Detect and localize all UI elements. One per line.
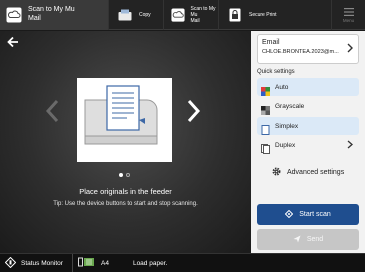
email-title: Email bbox=[262, 39, 280, 46]
start-scan-button[interactable]: Start scan bbox=[257, 204, 359, 225]
scan-app: Scan to My Mu Mail Copy Scan to My Mu Ma… bbox=[0, 0, 365, 272]
chevron-right-icon bbox=[347, 140, 353, 151]
tab-scan-to-my-mail-active[interactable]: Scan to My Mu Mail bbox=[0, 0, 108, 30]
tab-label-line1: Scan to My Mu bbox=[190, 6, 216, 18]
option-label: Simplex bbox=[275, 122, 299, 130]
cloud-scan-icon bbox=[4, 6, 24, 24]
cloud-scan-icon bbox=[170, 6, 186, 24]
function-bar: Scan to My Mu Mail Copy Scan to My Mu Ma… bbox=[0, 0, 365, 30]
copy-icon bbox=[115, 6, 135, 24]
instruction-area: Place originals in the feeder Tip: Use t… bbox=[0, 31, 251, 253]
tab-scan-to-my-mail[interactable]: Scan to My Mu Mail bbox=[163, 0, 218, 30]
email-destination-button[interactable]: Email CHLOE.BRONTEA.2023@m... bbox=[257, 34, 359, 64]
page-dot bbox=[126, 173, 130, 177]
status-monitor-icon bbox=[4, 256, 17, 270]
option-simplex[interactable]: Simplex bbox=[257, 117, 359, 135]
gear-icon bbox=[272, 163, 281, 181]
email-address: CHLOE.BRONTEA.2023@m... bbox=[262, 49, 339, 55]
menu-button[interactable]: Menu bbox=[331, 0, 365, 30]
status-monitor-label: Status Monitor bbox=[21, 259, 63, 267]
menu-label: Menu bbox=[342, 17, 355, 23]
start-scan-label: Start scan bbox=[299, 211, 331, 218]
status-message: Load paper. bbox=[132, 259, 168, 267]
option-label: Grayscale bbox=[275, 102, 305, 110]
secure-print-icon bbox=[225, 6, 245, 24]
tab-copy[interactable]: Copy bbox=[108, 0, 163, 30]
page-indicator bbox=[119, 173, 130, 177]
status-monitor-button[interactable]: Status Monitor bbox=[0, 253, 73, 272]
send-button[interactable]: Send bbox=[257, 229, 359, 250]
next-arrow-icon[interactable] bbox=[187, 99, 201, 130]
previous-arrow-icon[interactable] bbox=[45, 99, 59, 130]
option-label: Duplex bbox=[275, 141, 296, 149]
chevron-right-icon bbox=[347, 43, 353, 56]
send-icon bbox=[293, 235, 301, 245]
advanced-settings-label: Advanced settings bbox=[287, 168, 345, 176]
grayscale-icon bbox=[261, 102, 270, 115]
settings-panel: Email CHLOE.BRONTEA.2023@m... Quick sett… bbox=[251, 31, 365, 253]
option-grayscale[interactable]: Grayscale bbox=[257, 97, 359, 115]
paper-status: A4 bbox=[78, 254, 109, 272]
color-auto-icon bbox=[261, 83, 270, 96]
tip-text: Tip: Use the device buttons to start and… bbox=[53, 201, 198, 207]
tab-secure-print[interactable]: Secure Print bbox=[218, 0, 286, 30]
advanced-settings-button[interactable]: Advanced settings bbox=[272, 163, 344, 181]
option-label: Auto bbox=[275, 83, 289, 91]
duplex-icon bbox=[261, 141, 270, 154]
status-bar: Status Monitor A4 Load paper. bbox=[0, 253, 365, 272]
page-dot-active bbox=[119, 173, 123, 177]
quick-settings-label: Quick settings bbox=[257, 69, 295, 75]
scan-icon bbox=[285, 209, 294, 220]
send-label: Send bbox=[306, 236, 324, 243]
tab-label-line2: Mail bbox=[28, 15, 41, 22]
paper-source-icon bbox=[78, 254, 98, 272]
feeder-illustration bbox=[77, 78, 172, 162]
tab-label-line2: Mail bbox=[190, 18, 200, 24]
option-duplex[interactable]: Duplex bbox=[257, 136, 359, 154]
hamburger-icon bbox=[343, 7, 354, 16]
tab-secure-print-label: Secure Print bbox=[249, 12, 277, 18]
tab-copy-label: Copy bbox=[139, 12, 151, 18]
tab-label-line1: Scan to My Mu bbox=[28, 6, 75, 14]
instruction-text: Place originals in the feeder bbox=[79, 187, 172, 196]
back-arrow-icon[interactable] bbox=[7, 35, 19, 51]
paper-size: A4 bbox=[101, 259, 109, 267]
simplex-icon bbox=[261, 122, 270, 135]
option-color-auto[interactable]: Auto bbox=[257, 78, 359, 96]
